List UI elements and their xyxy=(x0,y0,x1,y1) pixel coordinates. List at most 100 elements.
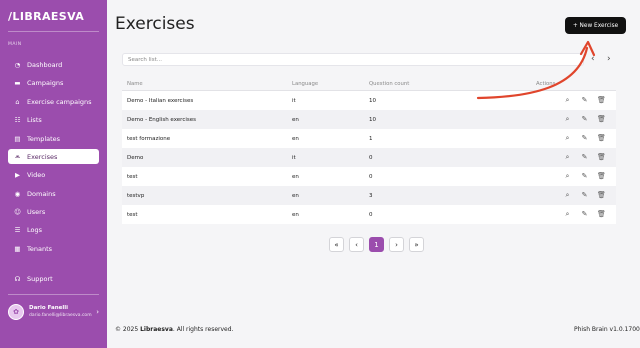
headset-icon: ☊ xyxy=(14,274,21,283)
sidebar-item-exercise-campaigns[interactable]: ⌂ Exercise campaigns xyxy=(8,94,99,109)
column-header-name[interactable]: Name xyxy=(122,81,292,87)
sidebar: /LIBRAESVA MAIN ◔ Dashboard ▬ Campaigns ⌂ Exe… xyxy=(0,0,107,348)
lists-icon: ☷ xyxy=(14,115,21,124)
trash-icon[interactable]: 🗑 xyxy=(593,134,610,143)
prev-page-button[interactable]: ‹ xyxy=(349,237,364,252)
cell-question-count: 0 xyxy=(369,173,373,180)
sidebar-item-lists[interactable]: ☷ Lists xyxy=(8,112,99,127)
tenants-icon: ▦ xyxy=(14,244,21,253)
cell-language: en xyxy=(292,173,299,180)
sidebar-item-video[interactable]: ▶ Video xyxy=(8,167,99,182)
pencil-icon[interactable]: ✎ xyxy=(576,115,593,124)
trash-icon[interactable]: 🗑 xyxy=(593,191,610,200)
exercises-table: Name Language Question count Actions Dem… xyxy=(122,77,616,224)
view-icon[interactable]: ⌕ xyxy=(559,134,576,143)
view-icon[interactable]: ⌕ xyxy=(559,115,576,124)
sidebar-item-users[interactable]: ☺ Users xyxy=(8,204,99,219)
campaigns-icon: ▬ xyxy=(14,78,21,87)
sidebar-item-campaigns[interactable]: ▬ Campaigns xyxy=(8,75,99,90)
cell-name: test xyxy=(127,211,138,218)
trash-icon[interactable]: 🗑 xyxy=(593,210,610,219)
pencil-icon[interactable]: ✎ xyxy=(576,210,593,219)
last-page-button[interactable]: » xyxy=(409,237,424,252)
page-1-button[interactable]: 1 xyxy=(369,237,384,252)
view-icon[interactable]: ⌕ xyxy=(559,191,576,200)
table-row: Demo - Italian exercises it 10 ⌕ ✎ 🗑 xyxy=(122,91,616,110)
sidebar-item-label: Users xyxy=(27,207,46,216)
row-actions: ⌕ ✎ 🗑 xyxy=(535,115,616,124)
chevron-right-icon: › xyxy=(96,308,99,316)
table-row: test formazione en 1 ⌕ ✎ 🗑 xyxy=(122,129,616,148)
exercises-icon: ⩕ xyxy=(14,152,21,160)
pencil-icon[interactable]: ✎ xyxy=(576,153,593,162)
sidebar-item-label: Domains xyxy=(27,189,56,198)
chevron-left-icon[interactable]: ‹ xyxy=(591,53,595,66)
cell-language: en xyxy=(292,135,299,142)
view-icon[interactable]: ⌕ xyxy=(559,153,576,162)
pencil-icon[interactable]: ✎ xyxy=(576,191,593,200)
cell-name: test formazione xyxy=(127,135,171,142)
cell-question-count: 0 xyxy=(369,211,373,218)
table-row: testvp en 3 ⌕ ✎ 🗑 xyxy=(122,186,616,205)
sidebar-item-dashboard[interactable]: ◔ Dashboard xyxy=(8,57,99,72)
user-menu[interactable]: ✿ Dario Fanelli dario.fanelli@libraesva.… xyxy=(8,302,99,322)
cell-language: it xyxy=(292,97,296,104)
view-icon[interactable]: ⌕ xyxy=(559,172,576,181)
pencil-icon[interactable]: ✎ xyxy=(576,96,593,105)
chevron-right-icon[interactable]: › xyxy=(607,53,611,66)
sidebar-divider xyxy=(8,31,99,32)
sidebar-item-label: Exercise campaigns xyxy=(27,97,92,106)
pencil-icon[interactable]: ✎ xyxy=(576,172,593,181)
cell-question-count: 0 xyxy=(369,154,373,161)
row-actions: ⌕ ✎ 🗑 xyxy=(535,153,616,162)
user-name: Dario Fanelli xyxy=(29,305,69,311)
table-row: test en 0 ⌕ ✎ 🗑 xyxy=(122,167,616,186)
cell-question-count: 3 xyxy=(369,192,373,199)
sidebar-item-label: Video xyxy=(27,170,46,179)
trash-icon[interactable]: 🗑 xyxy=(593,153,610,162)
new-exercise-button[interactable]: + New Exercise xyxy=(565,17,626,34)
cell-language: it xyxy=(292,154,296,161)
trash-icon[interactable]: 🗑 xyxy=(593,115,610,124)
cell-name: Demo xyxy=(127,154,144,161)
page-title: Exercises xyxy=(115,14,195,34)
first-page-button[interactable]: « xyxy=(329,237,344,252)
dashboard-icon: ◔ xyxy=(14,60,21,69)
user-divider xyxy=(8,294,99,295)
sidebar-item-tenants[interactable]: ▦ Tenants xyxy=(8,241,99,256)
sidebar-item-logs[interactable]: ☰ Logs xyxy=(8,222,99,237)
copyright-brand: Libraesva xyxy=(140,326,173,333)
view-icon[interactable]: ⌕ xyxy=(559,210,576,219)
sidebar-item-templates[interactable]: ▤ Templates xyxy=(8,131,99,146)
view-icon[interactable]: ⌕ xyxy=(559,96,576,105)
table-row: test en 0 ⌕ ✎ 🗑 xyxy=(122,205,616,224)
version: Phish Brain v1.0.1700 xyxy=(574,326,640,333)
cell-question-count: 10 xyxy=(369,116,376,123)
sidebar-item-exercises[interactable]: ⩕ Exercises xyxy=(8,149,99,164)
avatar: ✿ xyxy=(8,304,24,320)
table-row: Demo - English exercises en 10 ⌕ ✎ 🗑 xyxy=(122,110,616,129)
column-header-question-count[interactable]: Question count xyxy=(369,81,535,87)
sidebar-item-label: Support xyxy=(27,274,53,283)
row-actions: ⌕ ✎ 🗑 xyxy=(535,96,616,105)
sidebar-item-domains[interactable]: ◉ Domains xyxy=(8,186,99,201)
copyright-suffix: . All rights reserved. xyxy=(172,326,234,333)
sidebar-item-label: Logs xyxy=(27,225,42,234)
sidebar-item-support[interactable]: ☊ Support xyxy=(8,271,99,286)
column-header-actions: Actions xyxy=(536,80,556,87)
domains-icon: ◉ xyxy=(14,189,21,198)
next-page-button[interactable]: › xyxy=(389,237,404,252)
column-header-language[interactable]: Language xyxy=(292,81,369,87)
libraesva-logo[interactable]: /LIBRAESVA xyxy=(8,10,84,23)
pencil-icon[interactable]: ✎ xyxy=(576,134,593,143)
trash-icon[interactable]: 🗑 xyxy=(593,96,610,105)
video-icon: ▶ xyxy=(15,170,20,179)
cell-language: en xyxy=(292,192,299,199)
trash-icon[interactable]: 🗑 xyxy=(593,172,610,181)
cell-name: Demo - Italian exercises xyxy=(127,97,194,104)
cell-question-count: 1 xyxy=(369,135,373,142)
user-email: dario.fanelli@libraesva.com xyxy=(29,313,92,318)
sidebar-item-label: Campaigns xyxy=(27,78,64,87)
search-input[interactable] xyxy=(122,53,584,66)
copyright: © 2025 Libraesva. All rights reserved. xyxy=(115,326,233,333)
